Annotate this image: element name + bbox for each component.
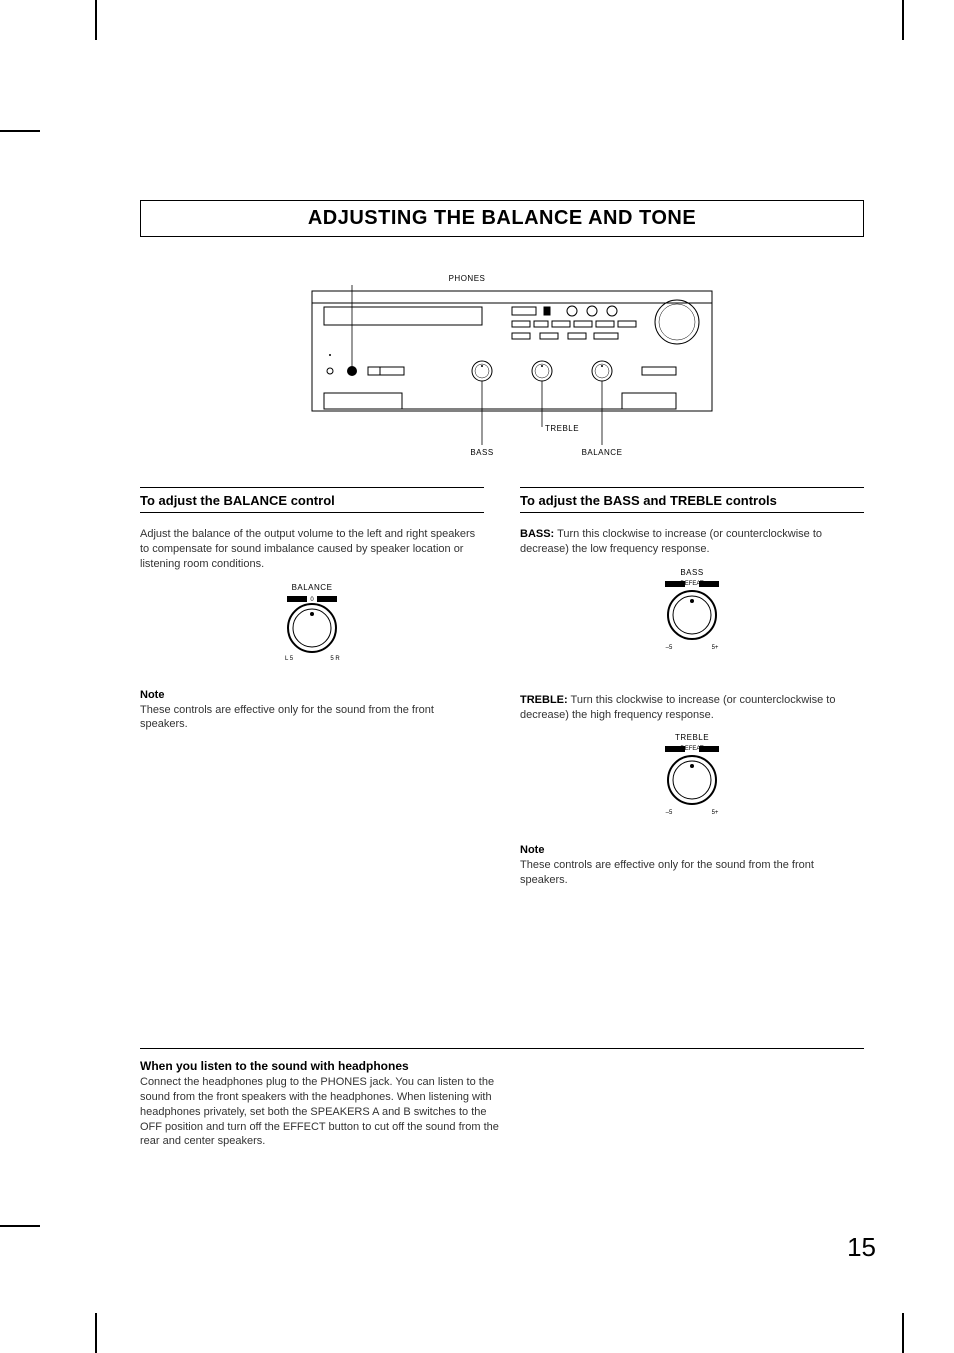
- svg-text:0: 0: [310, 597, 314, 603]
- svg-text:5+: 5+: [712, 810, 719, 816]
- device-diagram: PHONES: [140, 267, 864, 457]
- treble-dial-icon: TREBLE DEFEAT –5 5+: [647, 730, 737, 820]
- diagram-treble-knob: [532, 361, 552, 381]
- svg-text:TREBLE: TREBLE: [675, 733, 709, 742]
- svg-text:BALANCE: BALANCE: [292, 583, 333, 592]
- crop-mark: [0, 130, 40, 132]
- left-note-heading: Note: [140, 689, 484, 701]
- crop-mark: [0, 1225, 40, 1227]
- diagram-bass-label: BASS: [470, 448, 493, 457]
- diagram-phones-label: PHONES: [449, 274, 486, 283]
- page-number: 15: [847, 1232, 876, 1263]
- right-column: To adjust the BASS and TREBLE controls B…: [520, 487, 864, 888]
- right-heading: To adjust the BASS and TREBLE controls: [520, 493, 864, 508]
- diagram-bass-knob: [472, 361, 492, 381]
- diagram-balance-label: BALANCE: [582, 448, 623, 457]
- content-area: ADJUSTING THE BALANCE AND TONE PHONES: [140, 60, 864, 1149]
- svg-text:BASS: BASS: [680, 568, 703, 577]
- svg-text:–5: –5: [666, 645, 673, 651]
- balance-dial-icon: BALANCE 0 L 5 5 R: [267, 580, 357, 665]
- left-column: To adjust the BALANCE control Adjust the…: [140, 487, 484, 888]
- bass-label: BASS:: [520, 528, 554, 540]
- treble-row: TREBLE: Turn this clockwise to increase …: [520, 693, 864, 723]
- crop-mark: [902, 1313, 904, 1353]
- svg-text:–5: –5: [666, 810, 673, 816]
- headphones-section: When you listen to the sound with headph…: [140, 1048, 864, 1149]
- diagram-treble-label: TREBLE: [545, 424, 579, 433]
- left-heading: To adjust the BALANCE control: [140, 493, 484, 508]
- svg-text:5+: 5+: [712, 645, 719, 651]
- svg-text:L 5: L 5: [285, 656, 294, 662]
- page-title: ADJUSTING THE BALANCE AND TONE: [140, 200, 864, 237]
- bass-dial-icon: BASS DEFEAT –5 5+: [647, 565, 737, 655]
- bass-body: Turn this clockwise to increase (or coun…: [520, 528, 822, 555]
- crop-mark: [902, 0, 904, 40]
- left-body: Adjust the balance of the output volume …: [140, 527, 484, 572]
- headphones-heading: When you listen to the sound with headph…: [140, 1059, 500, 1073]
- left-note-body: These controls are effective only for th…: [140, 703, 484, 733]
- diagram-balance-knob: [592, 361, 612, 381]
- treble-body: Turn this clockwise to increase (or coun…: [520, 694, 835, 721]
- treble-label: TREBLE:: [520, 694, 568, 706]
- right-note-body: These controls are effective only for th…: [520, 858, 864, 888]
- headphones-body: Connect the headphones plug to the PHONE…: [140, 1075, 500, 1149]
- bass-row: BASS: Turn this clockwise to increase (o…: [520, 527, 864, 557]
- page: ADJUSTING THE BALANCE AND TONE PHONES: [0, 0, 954, 1353]
- columns: To adjust the BALANCE control Adjust the…: [140, 487, 864, 888]
- crop-mark: [95, 1313, 97, 1353]
- crop-mark: [95, 0, 97, 40]
- right-note-heading: Note: [520, 844, 864, 856]
- svg-text:5 R: 5 R: [330, 656, 340, 662]
